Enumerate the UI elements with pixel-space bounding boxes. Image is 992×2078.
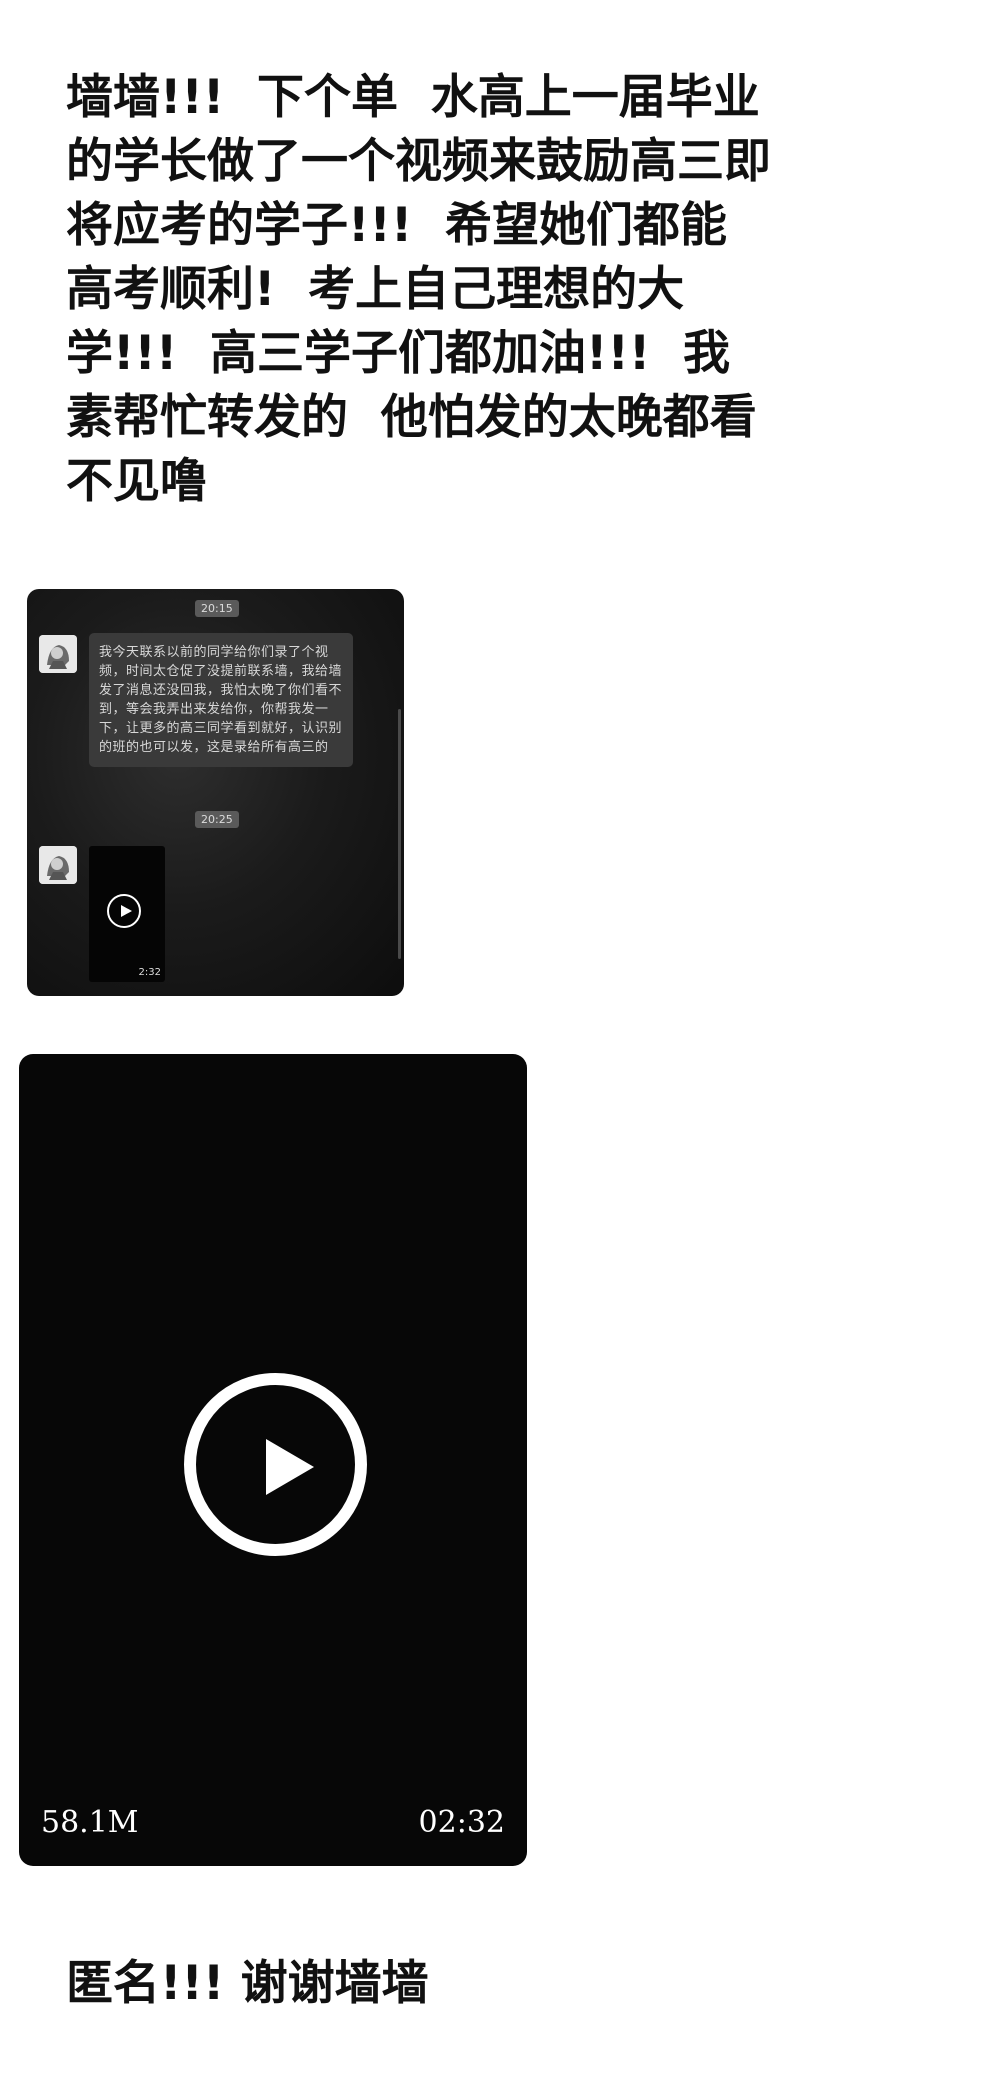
avatar-icon xyxy=(39,635,77,673)
avatar-icon xyxy=(39,846,77,884)
chat-timestamp: 20:25 xyxy=(195,811,239,828)
chat-screenshot-image: 20:15 我今天联系以前的同学给你们录了个视频，时间太仓促了没提前联系墙，我给… xyxy=(27,589,404,996)
chat-video-thumbnail[interactable]: 2:32 xyxy=(89,846,165,982)
post-body-text: 墙墙!!! 下个单 水高上一届毕业 的学长做了一个视频来鼓励高三即 将应考的学子… xyxy=(66,70,771,509)
play-button[interactable] xyxy=(184,1373,367,1556)
play-icon xyxy=(266,1439,314,1495)
chat-timestamp: 20:15 xyxy=(195,600,239,617)
video-file-size: 58.1M xyxy=(41,1805,139,1840)
video-duration: 02:32 xyxy=(418,1805,505,1840)
post-footer-text: 匿名!!! 谢谢墙墙 xyxy=(66,1956,429,2011)
play-icon[interactable] xyxy=(107,894,141,928)
chat-scrollbar xyxy=(398,709,401,959)
chat-message-bubble: 我今天联系以前的同学给你们录了个视频，时间太仓促了没提前联系墙，我给墙发了消息还… xyxy=(89,633,353,767)
mini-video-duration: 2:32 xyxy=(138,967,161,978)
video-player[interactable]: 58.1M 02:32 xyxy=(19,1054,527,1866)
